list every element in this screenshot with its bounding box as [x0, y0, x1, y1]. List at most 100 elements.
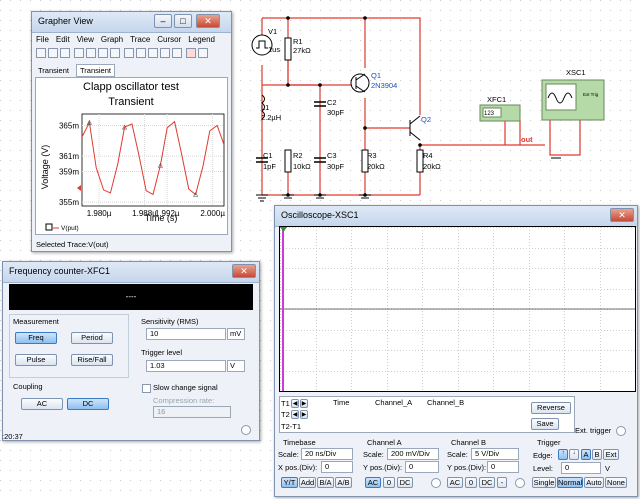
- freq-probe-icon[interactable]: [241, 425, 251, 435]
- r1-resistor[interactable]: [284, 37, 292, 61]
- menu-view[interactable]: View: [77, 35, 94, 44]
- print-icon[interactable]: [60, 48, 70, 58]
- channel-a-zero-button[interactable]: 0: [383, 477, 395, 488]
- sensitivity-input[interactable]: 10: [146, 328, 226, 340]
- falling-edge-button[interactable]: ↓: [569, 449, 579, 460]
- oscilloscope-window[interactable]: Oscilloscope-XSC1 ✕ T1 T2 T2-T1 ◀ ▶ ◀ ▶ …: [274, 205, 638, 497]
- coupling-ac-button[interactable]: AC: [21, 398, 63, 410]
- channel-b-terminal-icon[interactable]: [515, 478, 525, 488]
- grapher-titlebar[interactable]: Grapher View – □ ✕: [32, 12, 231, 33]
- trigger-source-a-button[interactable]: A: [581, 449, 591, 460]
- scope-close-button[interactable]: ✕: [610, 208, 634, 222]
- channel-a-dc-button[interactable]: DC: [397, 477, 413, 488]
- save-icon[interactable]: [48, 48, 58, 58]
- q1-transistor[interactable]: [350, 73, 370, 93]
- copy-icon[interactable]: [98, 48, 108, 58]
- trigger-level-input[interactable]: 1.03: [146, 360, 226, 372]
- freq-button[interactable]: Freq: [15, 332, 57, 344]
- rising-edge-button[interactable]: ↑: [558, 449, 568, 460]
- trigger-level-input-scope[interactable]: 0: [561, 462, 601, 474]
- period-button[interactable]: Period: [71, 332, 113, 344]
- r1-name: R1: [293, 37, 303, 46]
- tab-transient-1[interactable]: Transient: [38, 66, 69, 75]
- menu-trace[interactable]: Trace: [130, 35, 150, 44]
- yt-mode-button[interactable]: Y/T: [281, 477, 298, 488]
- r1-value: 27kΩ: [293, 46, 311, 55]
- open-icon[interactable]: [36, 48, 46, 58]
- scope-screen[interactable]: [279, 226, 636, 392]
- t2-left-arrow[interactable]: ◀: [291, 410, 299, 419]
- xfc1-instrument[interactable]: 123: [479, 104, 521, 122]
- scope-titlebar[interactable]: Oscilloscope-XSC1 ✕: [275, 206, 637, 227]
- undo-icon[interactable]: [74, 48, 84, 58]
- freq-titlebar[interactable]: Frequency counter-XFC1 ✕: [3, 262, 259, 283]
- graph-area[interactable]: Clapp oscillator test Transient Voltage …: [35, 77, 228, 235]
- ext-trigger-terminal-icon[interactable]: [616, 426, 626, 436]
- add-mode-button[interactable]: Add: [299, 477, 316, 488]
- freq-close-button[interactable]: ✕: [232, 264, 256, 278]
- r2-resistor[interactable]: [284, 149, 292, 173]
- xsc1-instrument[interactable]: Ext Trig: [541, 79, 605, 121]
- minimize-button[interactable]: –: [154, 14, 172, 28]
- trigger-source-ext-button[interactable]: Ext: [603, 449, 619, 460]
- r3-value: 20kΩ: [367, 162, 385, 171]
- ab-mode-button[interactable]: A/B: [335, 477, 352, 488]
- t2-right-arrow[interactable]: ▶: [300, 410, 308, 419]
- close-button[interactable]: ✕: [196, 14, 220, 28]
- reverse-button[interactable]: Reverse: [531, 402, 571, 414]
- properties-icon[interactable]: [198, 48, 208, 58]
- col-channel-b: Channel_B: [427, 398, 465, 407]
- channel-b-ac-button[interactable]: AC: [447, 477, 463, 488]
- zoom-icon[interactable]: [160, 48, 170, 58]
- channel-a-ac-button[interactable]: AC: [365, 477, 381, 488]
- x-tick-label: 1.992µ: [155, 209, 180, 218]
- x-pos-input[interactable]: 0: [321, 461, 353, 473]
- pulse-button[interactable]: Pulse: [15, 354, 57, 366]
- none-trigger-button[interactable]: None: [605, 477, 627, 488]
- menu-legend[interactable]: Legend: [188, 35, 215, 44]
- cut-icon[interactable]: [86, 48, 96, 58]
- menu-edit[interactable]: Edit: [56, 35, 70, 44]
- coupling-dc-button[interactable]: DC: [67, 398, 109, 410]
- channel-b-scale-input[interactable]: 5 V/Div: [471, 448, 519, 460]
- grid-icon[interactable]: [124, 48, 134, 58]
- tab-transient-2[interactable]: Transient: [76, 64, 115, 77]
- trigger-source-b-button[interactable]: B: [592, 449, 602, 460]
- channel-b-dc-button[interactable]: DC: [479, 477, 495, 488]
- single-trigger-button[interactable]: Single: [532, 477, 556, 488]
- channel-a-scale-input[interactable]: 200 mV/Div: [387, 448, 439, 460]
- grapher-title: Grapher View: [38, 16, 93, 26]
- graph-trace-icon[interactable]: [186, 48, 196, 58]
- channel-b-zero-button[interactable]: 0: [465, 477, 477, 488]
- menu-cursor[interactable]: Cursor: [157, 35, 181, 44]
- normal-trigger-button[interactable]: Normal: [557, 477, 583, 488]
- channel-a-terminal-icon[interactable]: [431, 478, 441, 488]
- ba-mode-button[interactable]: B/A: [317, 477, 334, 488]
- channel-a-ypos-input[interactable]: 0: [405, 461, 439, 473]
- cursor-icon[interactable]: [148, 48, 158, 58]
- menu-file[interactable]: File: [36, 35, 49, 44]
- t1-left-arrow[interactable]: ◀: [291, 399, 299, 408]
- channel-b-invert-button[interactable]: -: [497, 477, 507, 488]
- frequency-counter-window[interactable]: Frequency counter-XFC1 ✕ ---- Measuremen…: [2, 261, 260, 441]
- compression-select[interactable]: 16: [153, 406, 231, 418]
- timebase-scale-input[interactable]: 20 ns/Div: [301, 448, 353, 460]
- legend-icon[interactable]: [136, 48, 146, 58]
- grapher-view-window[interactable]: Grapher View – □ ✕ File Edit View Graph Trac…: [31, 11, 232, 252]
- cursor-marker-icon[interactable]: [77, 185, 81, 191]
- pan-icon[interactable]: [172, 48, 182, 58]
- l1-value: 2.2µH: [261, 113, 281, 122]
- cursor-t1-handle-icon[interactable]: [280, 227, 287, 232]
- slow-change-checkbox[interactable]: [142, 384, 151, 393]
- auto-trigger-button[interactable]: Auto: [584, 477, 604, 488]
- maximize-button[interactable]: □: [174, 14, 192, 28]
- menu-graph[interactable]: Graph: [101, 35, 123, 44]
- paste-icon[interactable]: [110, 48, 120, 58]
- ext-trigger-label: Ext. trigger: [575, 426, 612, 435]
- legend-checkbox[interactable]: [45, 223, 53, 231]
- channel-b-ypos-input[interactable]: 0: [487, 461, 519, 473]
- rise-fall-button[interactable]: Rise/Fall: [71, 354, 113, 366]
- save-button[interactable]: Save: [531, 418, 559, 430]
- measurement-label: Measurement: [13, 317, 59, 326]
- t1-right-arrow[interactable]: ▶: [300, 399, 308, 408]
